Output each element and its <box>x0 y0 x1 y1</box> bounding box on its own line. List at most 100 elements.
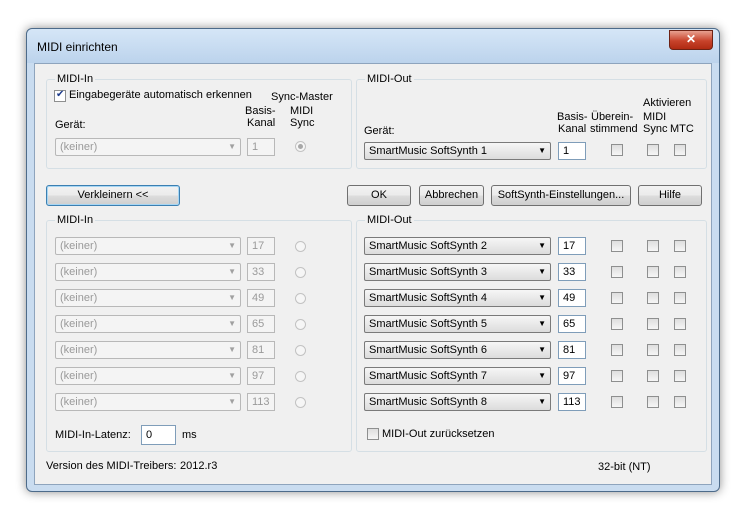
sync-master-label: Sync-Master <box>271 91 333 103</box>
out-channel-field[interactable]: 17 <box>558 237 586 255</box>
out-match-checkbox[interactable] <box>611 370 623 382</box>
in-sync-radio[interactable] <box>295 397 306 408</box>
out-device-select[interactable]: SmartMusic SoftSynth 7 ▼ <box>364 367 551 385</box>
out-device-select[interactable]: SmartMusic SoftSynth 3 ▼ <box>364 263 551 281</box>
in-device-select[interactable]: (keiner) ▼ <box>55 393 241 411</box>
out-device-value: SmartMusic SoftSynth 8 <box>369 396 487 408</box>
softsynth-settings-button[interactable]: SoftSynth-Einstellungen... <box>491 185 631 206</box>
in-device-value: (keiner) <box>60 318 98 330</box>
close-button[interactable]: ✕ <box>669 30 713 50</box>
out-match-checkbox[interactable] <box>611 318 623 330</box>
out-device-select[interactable]: SmartMusic SoftSynth 6 ▼ <box>364 341 551 359</box>
bitness-label: 32-bit (NT) <box>598 461 651 473</box>
ok-button[interactable]: OK <box>347 185 411 206</box>
collapse-button[interactable]: Verkleinern << <box>46 185 180 206</box>
window-title: MIDI einrichten <box>37 40 118 54</box>
out-channel-field[interactable]: 113 <box>558 393 586 411</box>
out-basis-label-2: Kanal <box>558 123 587 135</box>
out-channel-value: 65 <box>563 318 576 330</box>
in-channel-value: 81 <box>252 344 265 356</box>
out-sync-checkbox[interactable] <box>647 344 659 356</box>
help-button[interactable]: Hilfe <box>638 185 702 206</box>
top-out-channel-value: 1 <box>563 145 570 157</box>
in-channel-field[interactable]: 17 <box>247 237 275 255</box>
out-match-checkbox[interactable] <box>611 396 623 408</box>
in-sync-radio[interactable] <box>295 241 306 252</box>
out-mtc-checkbox[interactable] <box>674 240 686 252</box>
out-device-select[interactable]: SmartMusic SoftSynth 8 ▼ <box>364 393 551 411</box>
out-channel-field[interactable]: 49 <box>558 289 586 307</box>
driver-version-value: 2012.r3 <box>180 460 218 472</box>
in-channel-field[interactable]: 65 <box>247 315 275 333</box>
top-out-device-select[interactable]: SmartMusic SoftSynth 1 ▼ <box>364 142 551 160</box>
out-mtc-checkbox[interactable] <box>674 266 686 278</box>
auto-detect-checkbox[interactable] <box>54 89 66 102</box>
out-mtc-checkbox[interactable] <box>674 396 686 408</box>
top-in-channel-field[interactable]: 1 <box>247 138 275 156</box>
out-sync-checkbox[interactable] <box>647 370 659 382</box>
out-channel-field[interactable]: 97 <box>558 367 586 385</box>
top-midi-in-title: MIDI-In <box>55 73 96 85</box>
out-sync-checkbox[interactable] <box>647 318 659 330</box>
out-device-value: SmartMusic SoftSynth 2 <box>369 240 487 252</box>
top-in-sync-radio[interactable] <box>295 141 306 152</box>
out-sync-checkbox[interactable] <box>647 266 659 278</box>
in-channel-field[interactable]: 49 <box>247 289 275 307</box>
out-match-checkbox[interactable] <box>611 292 623 304</box>
in-sync-radio[interactable] <box>295 293 306 304</box>
out-device-select[interactable]: SmartMusic SoftSynth 2 ▼ <box>364 237 551 255</box>
midi-out-reset-checkbox[interactable] <box>367 428 379 440</box>
out-sync-checkbox[interactable] <box>647 240 659 252</box>
out-mtc-checkbox[interactable] <box>674 370 686 382</box>
top-midi-out-title: MIDI-Out <box>365 73 414 85</box>
in-device-select[interactable]: (keiner) ▼ <box>55 263 241 281</box>
out-mtc-checkbox[interactable] <box>674 318 686 330</box>
in-channel-field[interactable]: 33 <box>247 263 275 281</box>
top-in-device-value: (keiner) <box>60 141 98 153</box>
out-channel-field[interactable]: 81 <box>558 341 586 359</box>
out-match-checkbox[interactable] <box>611 240 623 252</box>
top-midi-in-group: MIDI-In Eingabegeräte automatisch erkenn… <box>46 73 352 169</box>
out-device-select[interactable]: SmartMusic SoftSynth 4 ▼ <box>364 289 551 307</box>
out-sync-checkbox[interactable] <box>647 292 659 304</box>
in-sync-radio[interactable] <box>295 345 306 356</box>
out-channel-field[interactable]: 33 <box>558 263 586 281</box>
out-channel-value: 49 <box>563 292 576 304</box>
out-sync-checkbox[interactable] <box>647 396 659 408</box>
midi-setup-dialog: MIDI einrichten ✕ MIDI-In Eingabegeräte … <box>26 28 720 492</box>
in-device-select[interactable]: (keiner) ▼ <box>55 367 241 385</box>
out-match-checkbox[interactable] <box>611 344 623 356</box>
cancel-button[interactable]: Abbrechen <box>419 185 484 206</box>
top-in-channel-value: 1 <box>252 141 259 153</box>
top-out-sync-checkbox[interactable] <box>647 144 659 156</box>
top-out-channel-field[interactable]: 1 <box>558 142 586 160</box>
in-device-select[interactable]: (keiner) ▼ <box>55 289 241 307</box>
in-sync-radio[interactable] <box>295 319 306 330</box>
chevron-down-icon: ▼ <box>228 319 236 328</box>
auto-detect-label: Eingabegeräte automatisch erkennen <box>69 89 252 101</box>
latency-field[interactable]: 0 <box>141 425 176 445</box>
bottom-midi-in-title: MIDI-In <box>55 214 96 226</box>
chevron-down-icon: ▼ <box>228 293 236 302</box>
out-basis-label-1: Basis- <box>557 111 588 123</box>
out-mtc-checkbox[interactable] <box>674 292 686 304</box>
out-match-checkbox[interactable] <box>611 266 623 278</box>
out-device-select[interactable]: SmartMusic SoftSynth 5 ▼ <box>364 315 551 333</box>
in-device-select[interactable]: (keiner) ▼ <box>55 341 241 359</box>
in-device-select[interactable]: (keiner) ▼ <box>55 237 241 255</box>
out-mtc-checkbox[interactable] <box>674 344 686 356</box>
in-sync-radio[interactable] <box>295 371 306 382</box>
chevron-down-icon: ▼ <box>538 319 546 328</box>
top-out-match-checkbox[interactable] <box>611 144 623 156</box>
basis-kanal-label-1: Basis- <box>245 105 276 117</box>
top-in-device-select[interactable]: (keiner) ▼ <box>55 138 241 156</box>
top-out-mtc-checkbox[interactable] <box>674 144 686 156</box>
in-channel-field[interactable]: 97 <box>247 367 275 385</box>
in-channel-field[interactable]: 113 <box>247 393 275 411</box>
in-channel-value: 65 <box>252 318 265 330</box>
device-label: Gerät: <box>55 119 86 131</box>
out-channel-field[interactable]: 65 <box>558 315 586 333</box>
in-channel-field[interactable]: 81 <box>247 341 275 359</box>
in-device-select[interactable]: (keiner) ▼ <box>55 315 241 333</box>
in-sync-radio[interactable] <box>295 267 306 278</box>
